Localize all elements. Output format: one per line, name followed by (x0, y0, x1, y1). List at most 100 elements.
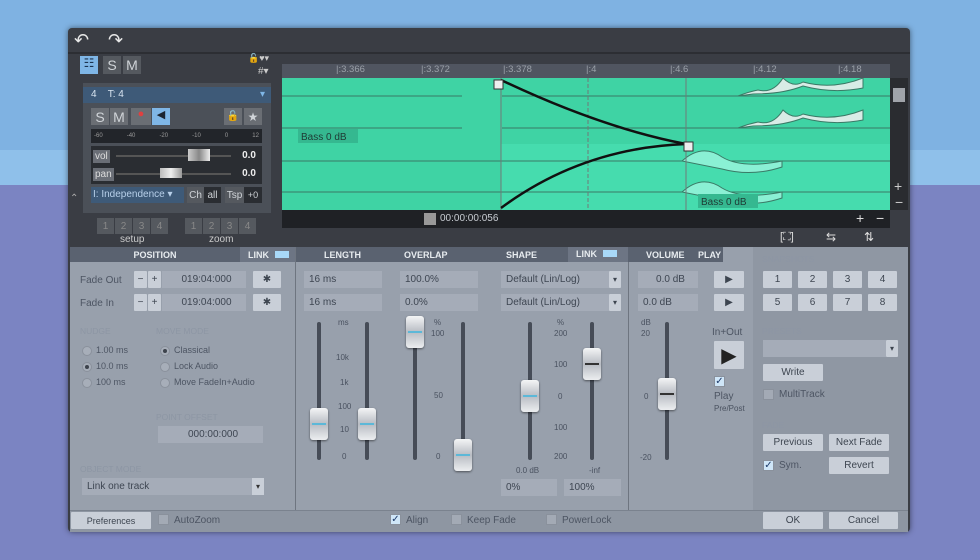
redo-icon[interactable]: ↷ (108, 30, 123, 51)
speaker-icon[interactable]: ◀ (152, 108, 170, 125)
fade-out-length-thumb[interactable] (310, 408, 328, 440)
pan-slider-thumb[interactable] (160, 168, 182, 178)
fade-out-handle[interactable] (493, 79, 504, 90)
fade-in-shape-thumb[interactable] (583, 348, 601, 380)
track-mute-button[interactable]: M (110, 108, 128, 125)
pan-value[interactable]: 0.0 (242, 168, 256, 179)
fade-in-shape-select[interactable]: Default (Lin/Log) (501, 294, 609, 311)
waveform-view[interactable]: Bass 0 dB Bass 0 dB (282, 78, 890, 210)
scroll-thumb[interactable] (893, 88, 905, 102)
autozoom-checkbox[interactable] (158, 514, 169, 525)
snapshot-button-7[interactable]: 7 (833, 294, 862, 311)
zoom-button-1[interactable]: 1 (185, 218, 202, 234)
vertical-scrollbar[interactable]: + − (890, 78, 908, 210)
track-solo-button[interactable]: S (91, 108, 109, 125)
fade-out-volume-input[interactable]: 0.0 dB (638, 271, 698, 288)
overlap-out-input[interactable]: 100.0% (400, 271, 478, 288)
grid-icon[interactable]: #▾ (258, 66, 269, 77)
cancel-button[interactable]: Cancel (829, 512, 898, 529)
overlap-in-thumb[interactable] (454, 439, 472, 471)
channel-value[interactable]: all (204, 187, 221, 203)
ok-button[interactable]: OK (763, 512, 823, 529)
shape-link-toggle[interactable]: LINK (568, 247, 628, 262)
vol-value[interactable]: 0.0 (242, 150, 256, 161)
fade-in-position-input[interactable]: 019:04:000 (162, 294, 246, 311)
time-ruler[interactable]: |:3.366 |:3.372 |:3.378 |:4 |:4.6 |:4.12 |:4.1… (282, 64, 890, 78)
transpose-value[interactable]: +0 (244, 187, 262, 203)
play-fade-out-button[interactable]: ▶ (714, 271, 744, 288)
position-link-toggle[interactable]: LINK (240, 247, 295, 262)
zoom-button-4[interactable]: 4 (239, 218, 256, 234)
snapshot-button-5[interactable]: 5 (763, 294, 792, 311)
write-preset-button[interactable]: Write (763, 364, 823, 381)
input-select[interactable]: I: Independence ▾ (91, 187, 184, 203)
fade-in-shape-slider[interactable] (590, 322, 594, 460)
fade-out-snap-button[interactable]: ✱ (253, 271, 281, 288)
revert-button[interactable]: Revert (829, 457, 889, 474)
scroll-handle[interactable] (424, 213, 436, 225)
chevron-down-icon[interactable]: ▾ (609, 294, 621, 311)
snapshot-button-3[interactable]: 3 (833, 271, 862, 288)
horizontal-zoom-icon[interactable]: ⇆ (826, 230, 836, 244)
previous-fade-button[interactable]: Previous (763, 434, 823, 451)
zoom-fit-icon[interactable]: [⛶] (780, 231, 794, 244)
grid-view-icon[interactable]: ☷ (80, 56, 98, 74)
lock-heart-icons[interactable]: 🔓♥▾ (248, 53, 269, 64)
multitrack-checkbox[interactable] (763, 389, 774, 400)
fade-in-snap-button[interactable]: ✱ (253, 294, 281, 311)
keep-fade-checkbox[interactable] (451, 514, 462, 525)
undo-icon[interactable]: ↶ (74, 30, 89, 51)
fade-out-shape-thumb[interactable] (521, 380, 539, 412)
point-offset-input[interactable]: 000:00:000 (158, 426, 263, 443)
zoom-button-2[interactable]: 2 (203, 218, 220, 234)
overlap-in-input[interactable]: 0.0% (400, 294, 478, 311)
next-fade-button[interactable]: Next Fade (829, 434, 889, 451)
fade-in-minus-button[interactable]: − (134, 294, 147, 311)
fade-in-shape-input[interactable]: 100% (564, 479, 621, 496)
zoom-out-vertical-icon[interactable]: − (895, 194, 903, 210)
zoom-button-3[interactable]: 3 (221, 218, 238, 234)
presets-select[interactable] (763, 340, 886, 357)
snapshot-button-6[interactable]: 6 (798, 294, 827, 311)
vol-slider[interactable] (116, 155, 231, 157)
star-icon[interactable]: ★ (244, 108, 262, 125)
setup-button-1[interactable]: 1 (97, 218, 114, 234)
setup-button-4[interactable]: 4 (151, 218, 168, 234)
vertical-zoom-icon[interactable]: ⇅ (864, 230, 874, 244)
fade-in-length-thumb[interactable] (358, 408, 376, 440)
align-checkbox[interactable]: ✓ (390, 514, 401, 525)
fade-out-position-input[interactable]: 019:04:000 (162, 271, 246, 288)
track-title-bar[interactable]: 4 T: 4 ▾ (83, 87, 271, 103)
setup-button-3[interactable]: 3 (133, 218, 150, 234)
sym-checkbox[interactable]: ✓ (763, 460, 774, 471)
fade-out-shape-input[interactable]: 0% (501, 479, 557, 496)
fade-out-length-input[interactable]: 16 ms (304, 271, 382, 288)
preferences-button[interactable]: Preferences (71, 512, 151, 529)
play-pre-post-checkbox[interactable]: ✓ (714, 376, 725, 387)
snapshot-button-2[interactable]: 2 (798, 271, 827, 288)
global-mute-button[interactable]: M (123, 56, 141, 74)
snapshot-button-8[interactable]: 8 (868, 294, 897, 311)
fade-in-length-input[interactable]: 16 ms (304, 294, 382, 311)
fade-out-minus-button[interactable]: − (134, 271, 147, 288)
zoom-in-horizontal-icon[interactable]: + (856, 210, 864, 226)
record-button[interactable]: ● (131, 108, 151, 125)
snapshot-button-1[interactable]: 1 (763, 271, 792, 288)
fade-in-handle[interactable] (683, 141, 694, 152)
fade-out-plus-button[interactable]: + (148, 271, 161, 288)
vol-slider-thumb[interactable] (188, 149, 210, 161)
global-solo-button[interactable]: S (103, 56, 121, 74)
snapshot-button-4[interactable]: 4 (868, 271, 897, 288)
lock-icon[interactable]: 🔓 (224, 108, 242, 125)
fade-in-plus-button[interactable]: + (148, 294, 161, 311)
zoom-in-vertical-icon[interactable]: + (894, 178, 902, 194)
play-fade-in-button[interactable]: ▶ (714, 294, 744, 311)
overlap-out-thumb[interactable] (406, 316, 424, 348)
zoom-out-horizontal-icon[interactable]: − (876, 210, 884, 226)
object-mode-select[interactable]: Link one track ▾ (82, 478, 264, 495)
chevron-down-icon[interactable]: ▾ (609, 271, 621, 288)
setup-button-2[interactable]: 2 (115, 218, 132, 234)
play-in-out-button[interactable]: ▶ (714, 341, 744, 369)
automation-icon[interactable]: ⌃ (70, 193, 78, 204)
chevron-down-icon[interactable]: ▾ (886, 340, 898, 357)
